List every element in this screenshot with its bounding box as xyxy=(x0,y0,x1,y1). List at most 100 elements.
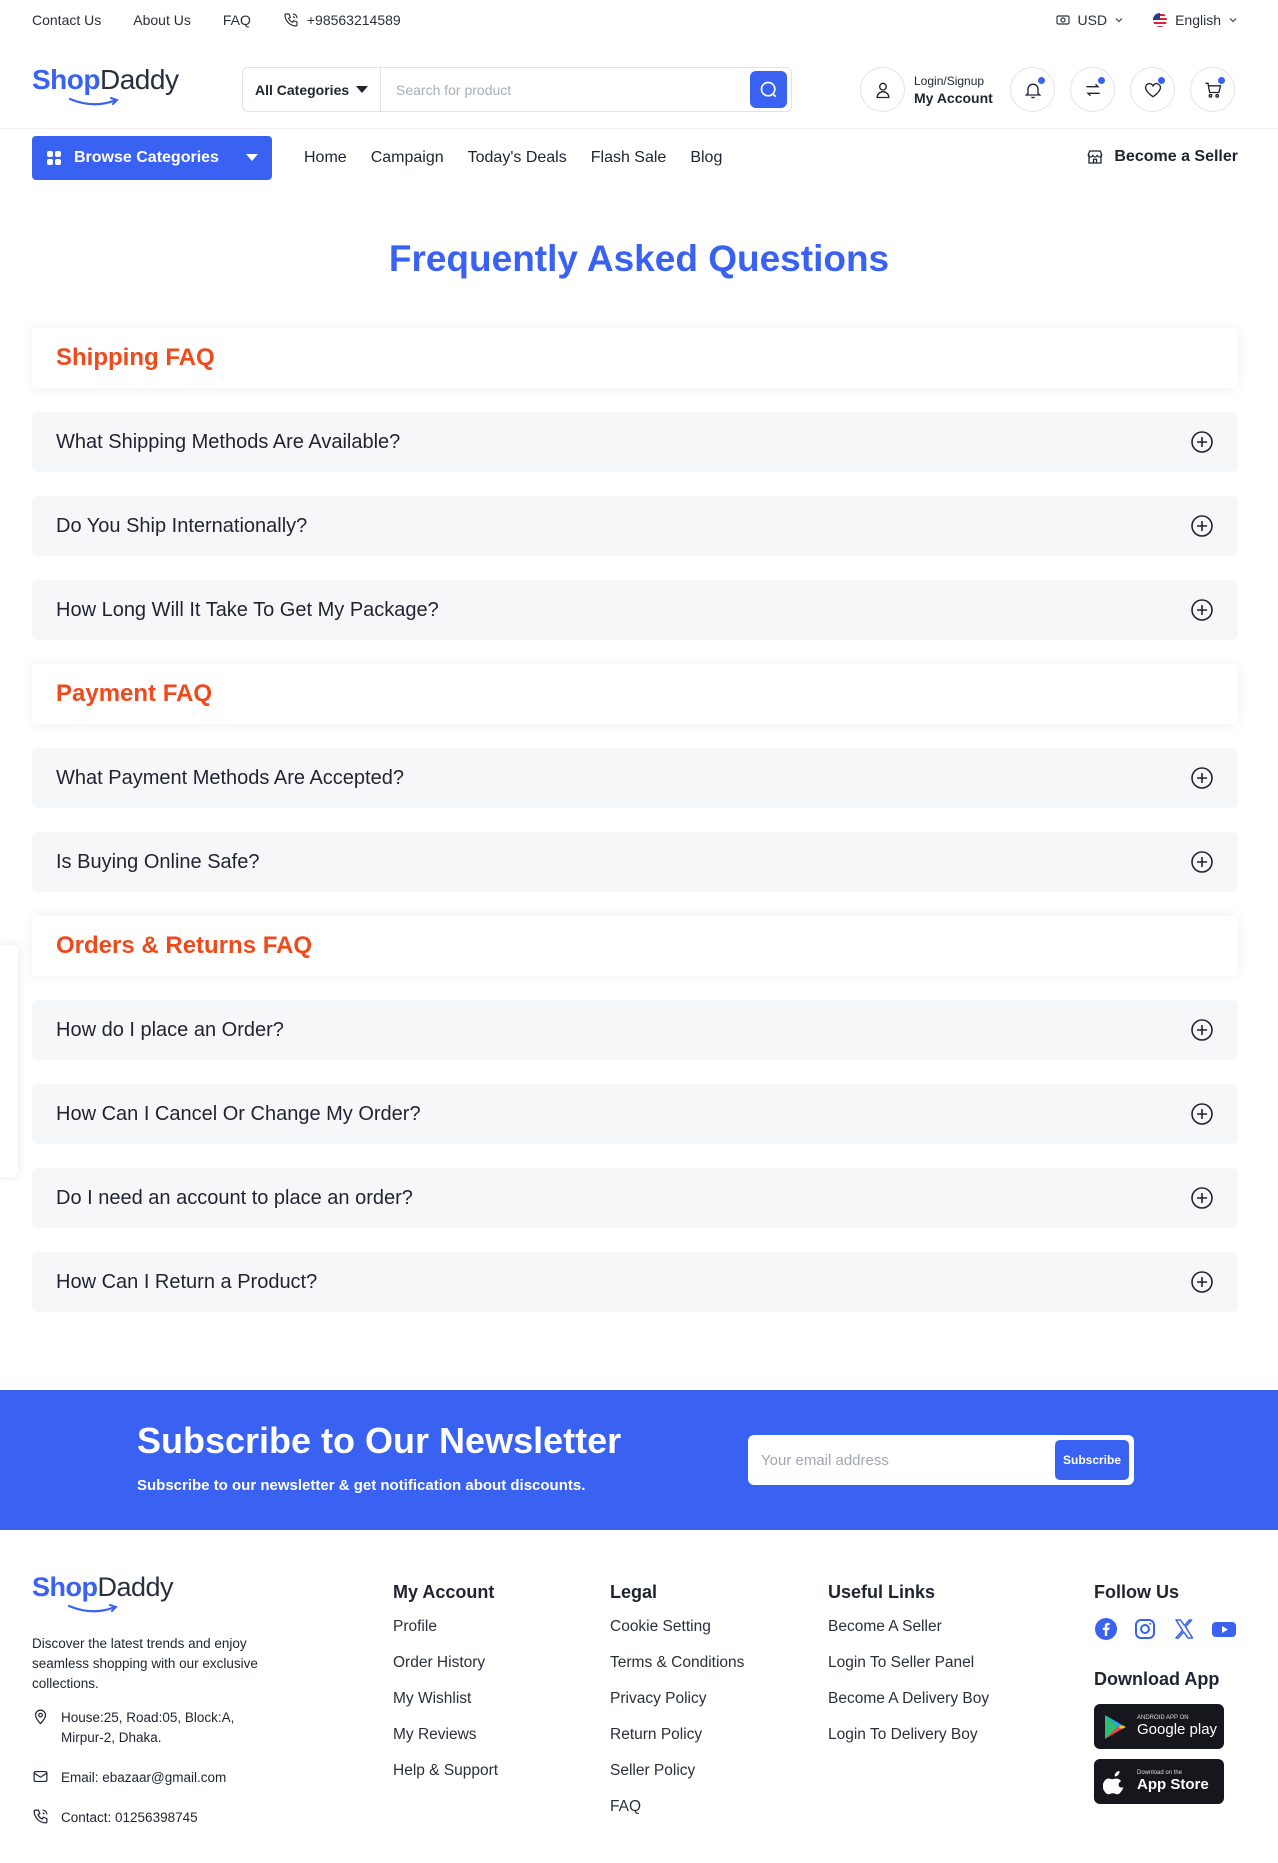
become-seller-label: Become a Seller xyxy=(1114,148,1238,165)
footer-link-cookie-setting[interactable]: Cookie Setting xyxy=(610,1617,744,1653)
plus-circle-icon xyxy=(1190,1270,1214,1294)
category-select[interactable]: All Categories xyxy=(243,68,381,111)
logo-daddy-text: Daddy xyxy=(100,64,179,95)
footer-link-seller-policy[interactable]: Seller Policy xyxy=(610,1761,744,1797)
chevron-down-icon xyxy=(1228,15,1238,25)
google-play-big-text: Google play xyxy=(1137,1721,1218,1738)
plus-circle-icon xyxy=(1190,598,1214,622)
currency-select[interactable]: USD xyxy=(1055,12,1125,28)
nav-blog[interactable]: Blog xyxy=(690,149,722,167)
contact-us-link[interactable]: Contact Us xyxy=(32,12,101,28)
compare-button[interactable] xyxy=(1070,67,1115,112)
footer-link-help-support[interactable]: Help & Support xyxy=(393,1761,498,1797)
footer-logo[interactable]: ShopDaddy xyxy=(32,1572,174,1613)
footer-link-order-history[interactable]: Order History xyxy=(393,1653,498,1689)
side-drawer-tab[interactable] xyxy=(0,945,18,1177)
header: ShopDaddy All Categories Login/Signup My… xyxy=(0,42,1278,128)
subscribe-button[interactable]: Subscribe xyxy=(1055,1440,1129,1480)
account-button[interactable]: Login/Signup My Account xyxy=(860,67,993,112)
youtube-icon[interactable] xyxy=(1211,1617,1237,1641)
footer-link-become-delivery-boy[interactable]: Become A Delivery Boy xyxy=(828,1689,989,1725)
compare-dot xyxy=(1097,76,1106,85)
faq-link[interactable]: FAQ xyxy=(223,12,251,28)
app-store-button[interactable]: Download on the App Store xyxy=(1094,1759,1224,1804)
search-button[interactable] xyxy=(750,71,787,108)
phone-icon xyxy=(283,12,299,28)
logo-shop-text: Shop xyxy=(32,64,101,95)
faq-question[interactable]: Do You Ship Internationally? xyxy=(32,496,1238,556)
newsletter-email-input[interactable] xyxy=(750,1437,1055,1483)
search-input[interactable] xyxy=(381,68,750,111)
footer-link-become-seller[interactable]: Become A Seller xyxy=(828,1617,989,1653)
footer-link-seller-panel[interactable]: Login To Seller Panel xyxy=(828,1653,989,1689)
faq-question-text: Do You Ship Internationally? xyxy=(56,514,308,537)
footer-link-privacy[interactable]: Privacy Policy xyxy=(610,1689,744,1725)
faq-page: Frequently Asked Questions Shipping FAQ … xyxy=(0,188,1278,1390)
faq-question[interactable]: Is Buying Online Safe? xyxy=(32,832,1238,892)
wishlist-button[interactable] xyxy=(1130,67,1175,112)
footer-link-terms[interactable]: Terms & Conditions xyxy=(610,1653,744,1689)
footer-col-title: My Account xyxy=(393,1582,495,1602)
phone-info: +98563214589 xyxy=(283,12,401,28)
notification-button[interactable] xyxy=(1010,67,1055,112)
page-title: Frequently Asked Questions xyxy=(388,238,890,279)
category-select-label: All Categories xyxy=(255,81,350,98)
nav-todays-deals[interactable]: Today's Deals xyxy=(468,149,567,167)
faq-question[interactable]: How Long Will It Take To Get My Package? xyxy=(32,580,1238,640)
us-flag-icon xyxy=(1152,12,1168,28)
logo[interactable]: ShopDaddy xyxy=(32,64,179,106)
footer-link-my-reviews[interactable]: My Reviews xyxy=(393,1725,498,1761)
plus-circle-icon xyxy=(1190,1018,1214,1042)
top-bar: Contact Us About Us FAQ +98563214589 USD… xyxy=(0,0,1278,42)
faq-section-heading: Payment FAQ xyxy=(32,664,1238,724)
faq-question[interactable]: What Shipping Methods Are Available? xyxy=(32,412,1238,472)
browse-categories-button[interactable]: Browse Categories xyxy=(32,136,272,180)
google-play-button[interactable]: ANDROID APP ON Google play xyxy=(1094,1704,1224,1749)
footer-link-faq[interactable]: FAQ xyxy=(610,1797,744,1833)
x-twitter-icon[interactable] xyxy=(1172,1617,1196,1641)
faq-question[interactable]: How do I place an Order? xyxy=(32,1000,1238,1060)
become-seller-link[interactable]: Become a Seller xyxy=(1086,148,1238,166)
faq-question[interactable]: What Payment Methods Are Accepted? xyxy=(32,748,1238,808)
footer-col-title: Useful Links xyxy=(828,1582,936,1602)
plus-circle-icon xyxy=(1190,1186,1214,1210)
google-play-icon xyxy=(1103,1713,1129,1741)
footer-link-return-policy[interactable]: Return Policy xyxy=(610,1725,744,1761)
faq-question-text: What Shipping Methods Are Available? xyxy=(56,430,401,453)
plus-circle-icon xyxy=(1190,514,1214,538)
search-icon xyxy=(759,80,779,100)
social-links xyxy=(1094,1617,1237,1641)
footer-description: Discover the latest trends and enjoy sea… xyxy=(32,1636,258,1691)
footer-contact: Contact: 01256398745 xyxy=(32,1808,198,1828)
instagram-icon[interactable] xyxy=(1133,1617,1157,1641)
footer-link-profile[interactable]: Profile xyxy=(393,1617,498,1653)
mail-icon xyxy=(32,1768,49,1785)
nav-campaign[interactable]: Campaign xyxy=(371,149,444,167)
download-app-title: Download App xyxy=(1094,1669,1220,1689)
nav-home[interactable]: Home xyxy=(304,149,347,167)
newsletter-subtitle: Subscribe to our newsletter & get notifi… xyxy=(137,1477,586,1494)
cart-button[interactable] xyxy=(1190,67,1235,112)
faq-question-text: What Payment Methods Are Accepted? xyxy=(56,766,404,789)
store-icon xyxy=(1086,148,1104,166)
grid-icon xyxy=(46,150,62,166)
nav-flash-sale[interactable]: Flash Sale xyxy=(591,149,667,167)
logo-shop-text: Shop xyxy=(32,1572,98,1602)
plus-circle-icon xyxy=(1190,766,1214,790)
search-bar: All Categories xyxy=(242,67,792,112)
cart-dot xyxy=(1217,76,1226,85)
faq-question-text: Do I need an account to place an order? xyxy=(56,1186,413,1209)
footer-link-delivery-boy-login[interactable]: Login To Delivery Boy xyxy=(828,1725,989,1761)
caret-down-icon xyxy=(356,85,368,94)
footer-address: House:25, Road:05, Block:A, Mirpur-2, Dh… xyxy=(32,1708,251,1748)
browse-categories-label: Browse Categories xyxy=(74,149,219,166)
facebook-icon[interactable] xyxy=(1094,1617,1118,1641)
faq-question[interactable]: How Can I Cancel Or Change My Order? xyxy=(32,1084,1238,1144)
faq-question[interactable]: Do I need an account to place an order? xyxy=(32,1168,1238,1228)
about-us-link[interactable]: About Us xyxy=(133,12,191,28)
footer-link-my-wishlist[interactable]: My Wishlist xyxy=(393,1689,498,1725)
faq-question[interactable]: How Can I Return a Product? xyxy=(32,1252,1238,1312)
language-select[interactable]: English xyxy=(1152,12,1238,28)
faq-list: Shipping FAQ What Shipping Methods Are A… xyxy=(32,328,1238,1336)
notification-dot xyxy=(1037,76,1046,85)
